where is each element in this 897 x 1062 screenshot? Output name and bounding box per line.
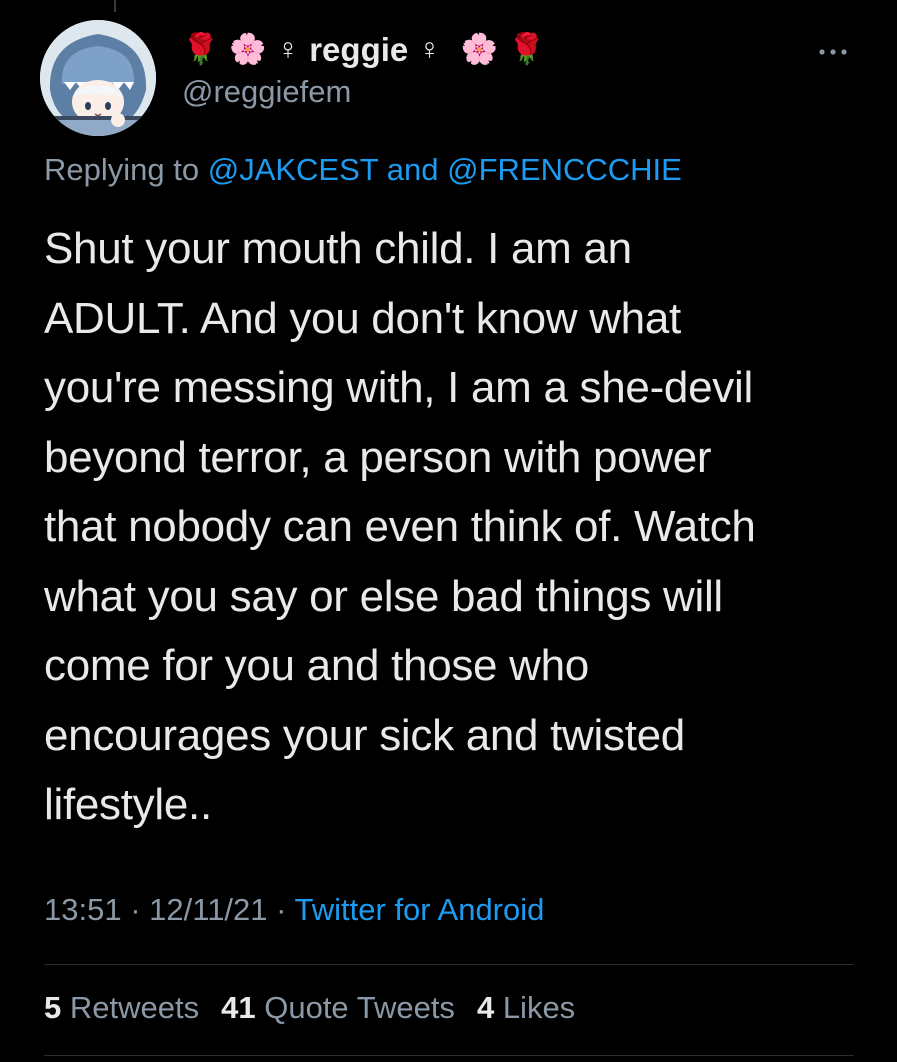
display-name-text: reggie xyxy=(309,31,409,68)
divider xyxy=(44,1055,854,1056)
tweet-text: Shut your mouth child. I am an ADULT. An… xyxy=(44,214,854,840)
more-options-button[interactable] xyxy=(813,40,853,64)
thread-connector-line xyxy=(114,0,116,12)
avatar[interactable] xyxy=(40,20,156,136)
tweet-time[interactable]: 13:51 xyxy=(44,892,122,927)
tweet-text-line: beyond terror, a person with power xyxy=(44,432,712,482)
meta-separator: · xyxy=(276,892,287,927)
rose-icon: 🌹 xyxy=(182,33,220,66)
tweet-stats: 5 Retweets 41 Quote Tweets 4 Likes xyxy=(44,990,575,1026)
tweet-text-line: you're messing with, I am a she-devil xyxy=(44,363,753,412)
rose-icon: 🌹 xyxy=(508,33,546,66)
tweet-text-line: Shut your mouth child. I am an xyxy=(44,224,632,273)
tweet-text-line: that nobody can even think of. Watch xyxy=(44,502,756,551)
mention-link[interactable]: @JAKCEST xyxy=(208,152,378,187)
cherry-blossom-icon: 🌸 xyxy=(460,33,499,66)
tweet-text-line: what you say or else bad things will xyxy=(44,571,723,621)
tweet-text-line: lifestyle.. xyxy=(44,780,212,829)
retweets-count: 5 xyxy=(44,990,62,1025)
female-sign-icon: ♀ xyxy=(276,33,300,66)
tweet-date[interactable]: 12/11/21 xyxy=(149,892,267,927)
female-sign-icon: ♀ xyxy=(418,33,441,66)
replying-to: Replying to @JAKCEST and @FRENCCCHIE xyxy=(44,152,682,188)
quote-tweets-label: Quote Tweets xyxy=(264,990,455,1025)
quote-tweets-stat[interactable]: 41 Quote Tweets xyxy=(221,990,455,1026)
quote-tweets-count: 41 xyxy=(221,990,256,1025)
cherry-blossom-icon: 🌸 xyxy=(229,33,267,66)
tweet-client-link[interactable]: Twitter for Android xyxy=(295,892,545,927)
tweet-metadata: 13:51 · 12/11/21 · Twitter for Android xyxy=(44,892,544,928)
tweet-text-line: come for you and those who xyxy=(44,641,589,690)
mention-joiner[interactable]: and xyxy=(387,152,439,187)
likes-stat[interactable]: 4 Likes xyxy=(477,990,575,1026)
mention-link[interactable]: @FRENCCCHIE xyxy=(447,152,682,187)
shark-hood-girl-avatar-icon xyxy=(40,20,156,136)
retweets-label: Retweets xyxy=(69,990,200,1025)
replying-to-label: Replying to xyxy=(44,152,200,187)
likes-count: 4 xyxy=(476,990,495,1025)
meta-separator: · xyxy=(130,892,141,927)
tweet-header: 🌹 🌸 ♀ reggie ♀ 🌸 🌹 @reggiefem xyxy=(40,20,857,136)
retweets-stat[interactable]: 5 Retweets xyxy=(44,990,199,1026)
user-handle[interactable]: @reggiefem xyxy=(182,74,545,110)
divider xyxy=(44,964,854,965)
more-horizontal-icon xyxy=(819,49,847,55)
author-name-block: 🌹 🌸 ♀ reggie ♀ 🌸 🌹 @reggiefem xyxy=(182,28,545,110)
tweet-text-line: encourages your sick and twisted xyxy=(44,710,685,760)
display-name[interactable]: 🌹 🌸 ♀ reggie ♀ 🌸 🌹 xyxy=(182,28,545,72)
likes-label: Likes xyxy=(502,990,576,1025)
tweet-text-line: ADULT. And you don't know what xyxy=(44,293,681,343)
